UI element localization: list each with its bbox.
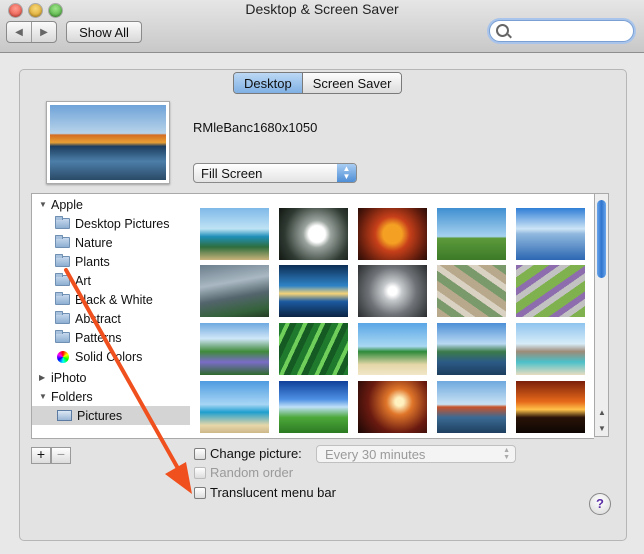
scroll-knob[interactable] xyxy=(597,200,606,278)
sidebar-item-label: Pictures xyxy=(77,408,123,423)
picture-thumbnail[interactable] xyxy=(358,265,427,317)
folder-icon xyxy=(55,254,70,267)
sidebar-item-label: iPhoto xyxy=(51,370,87,385)
sidebar-item-label: Nature xyxy=(75,235,113,250)
sidebar-group-iphoto[interactable]: ▶ iPhoto xyxy=(32,368,190,387)
picture-thumbnail[interactable] xyxy=(516,208,585,260)
popup-arrows-icon: ▲ ▼ xyxy=(337,164,356,182)
fit-mode-popup[interactable]: Fill Screen ▲ ▼ xyxy=(193,163,357,183)
sidebar-item-desktop-pictures[interactable]: Desktop Pictures xyxy=(32,214,190,233)
search-icon xyxy=(496,24,509,37)
change-picture-checkbox[interactable] xyxy=(194,448,206,460)
remove-folder-button[interactable]: − xyxy=(51,447,71,464)
random-order-checkbox[interactable] xyxy=(194,467,206,479)
sidebar-item-nature[interactable]: Nature xyxy=(32,233,190,252)
back-forward-buttons: ◀ ▶ xyxy=(6,21,57,43)
sidebar-item-solid-colors[interactable]: Solid Colors xyxy=(32,347,190,366)
folder-icon xyxy=(55,292,70,305)
sidebar-item-pictures[interactable]: Pictures xyxy=(32,406,190,425)
source-list: ▼ Apple Desktop Pictures Nature Plants A… xyxy=(31,193,193,439)
sidebar-item-label: Art xyxy=(75,273,91,288)
picture-thumbnail[interactable] xyxy=(437,208,506,260)
folder-icon xyxy=(55,216,70,229)
sidebar-item-plants[interactable]: Plants xyxy=(32,252,190,271)
picture-thumbnail[interactable] xyxy=(200,323,269,375)
picture-thumbnail[interactable] xyxy=(437,323,506,375)
tab-desktop[interactable]: Desktop xyxy=(234,73,303,93)
random-order-label: Random order xyxy=(210,465,294,480)
sidebar-item-label: Plants xyxy=(75,254,110,269)
add-folder-button[interactable]: + xyxy=(31,447,51,464)
desktop-preview-image xyxy=(50,105,166,180)
translucent-menu-bar-label: Translucent menu bar xyxy=(210,485,336,500)
picture-thumbnail[interactable] xyxy=(437,265,506,317)
desktop-preview xyxy=(46,101,170,184)
disclosure-down-icon[interactable]: ▼ xyxy=(39,200,47,209)
scroll-down-icon[interactable]: ▼ xyxy=(598,424,606,433)
translucent-menu-bar-checkbox[interactable] xyxy=(194,487,206,499)
window-title: Desktop & Screen Saver xyxy=(245,1,399,17)
picture-thumbnail[interactable] xyxy=(358,323,427,375)
picture-thumbnail[interactable] xyxy=(516,323,585,375)
picture-name: RMleBanc1680x1050 xyxy=(193,120,318,135)
sidebar-item-label: Solid Colors xyxy=(75,349,143,364)
picture-thumbnail[interactable] xyxy=(358,381,427,433)
picture-thumbnail[interactable] xyxy=(516,265,585,317)
disclosure-down-icon[interactable]: ▼ xyxy=(39,392,47,401)
sidebar-item-black-white[interactable]: Black & White xyxy=(32,290,190,309)
picture-thumbnail[interactable] xyxy=(200,208,269,260)
help-button[interactable]: ? xyxy=(589,493,611,515)
picture-thumbnail[interactable] xyxy=(279,323,348,375)
picture-thumbnail[interactable] xyxy=(358,208,427,260)
sidebar-item-label: Black & White xyxy=(75,292,153,307)
folder-icon xyxy=(55,273,70,286)
interval-value: Every 30 minutes xyxy=(325,447,426,462)
pictures-folder-icon xyxy=(57,410,72,421)
picture-thumbnail[interactable] xyxy=(200,265,269,317)
picture-thumbnail[interactable] xyxy=(200,381,269,433)
sidebar-item-label: Folders xyxy=(51,389,93,404)
sidebar-item-label: Abstract xyxy=(75,311,121,326)
color-wheel-icon xyxy=(57,350,69,363)
show-all-button[interactable]: Show All xyxy=(66,21,142,43)
sidebar-item-patterns[interactable]: Patterns xyxy=(32,328,190,347)
title-bar: Desktop & Screen Saver ◀ ▶ Show All xyxy=(0,0,644,53)
grid-scrollbar[interactable]: ▲ ▼ xyxy=(594,193,609,437)
folder-icon xyxy=(55,311,70,324)
picture-thumbnail[interactable] xyxy=(279,208,348,260)
sidebar-item-abstract[interactable]: Abstract xyxy=(32,309,190,328)
fit-mode-value: Fill Screen xyxy=(201,166,263,181)
back-arrow-icon[interactable]: ◀ xyxy=(7,22,32,42)
interval-popup[interactable]: Every 30 minutes ▲ ▼ xyxy=(316,445,516,463)
sidebar-group-folders[interactable]: ▼ Folders xyxy=(32,387,190,406)
popup-arrows-icon: ▲ ▼ xyxy=(503,447,510,461)
sidebar-item-label: Apple xyxy=(51,197,83,212)
scroll-up-icon[interactable]: ▲ xyxy=(598,408,606,417)
picture-thumbnail[interactable] xyxy=(437,381,506,433)
picture-thumbnail[interactable] xyxy=(279,381,348,433)
change-picture-label: Change picture: xyxy=(210,446,302,461)
picture-grid xyxy=(192,193,594,439)
forward-arrow-icon[interactable]: ▶ xyxy=(32,22,56,42)
disclosure-right-icon[interactable]: ▶ xyxy=(39,373,47,382)
sidebar-item-label: Desktop Pictures xyxy=(75,216,170,231)
search-field[interactable] xyxy=(489,20,634,42)
tab-screen-saver[interactable]: Screen Saver xyxy=(302,73,402,93)
folder-icon xyxy=(55,235,70,248)
sidebar-item-label: Patterns xyxy=(75,330,122,345)
picture-thumbnail[interactable] xyxy=(516,381,585,433)
tab-bar: Desktop Screen Saver xyxy=(233,72,403,94)
picture-thumbnail[interactable] xyxy=(279,265,348,317)
folder-icon xyxy=(55,330,70,343)
sidebar-item-art[interactable]: Art xyxy=(32,271,190,290)
sidebar-group-apple[interactable]: ▼ Apple xyxy=(32,195,190,214)
